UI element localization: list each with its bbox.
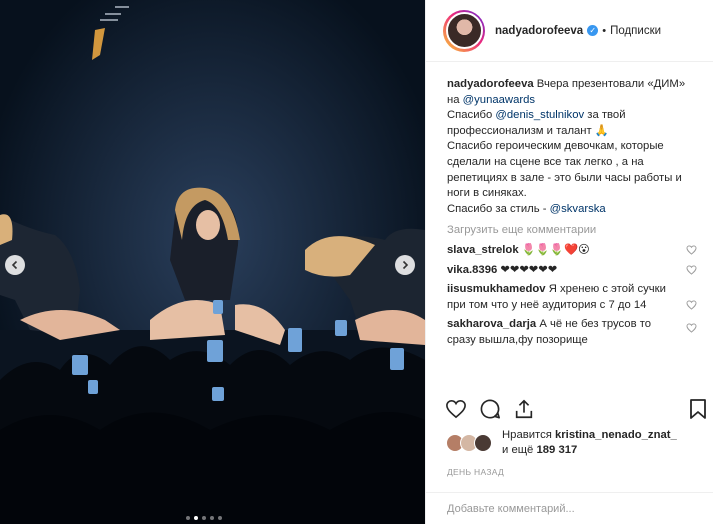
carousel-dot — [194, 516, 198, 520]
stage-photo — [0, 0, 425, 524]
mention-link[interactable]: @skvarska — [550, 203, 606, 215]
post-photo[interactable] — [0, 0, 425, 524]
comment-row: sakharova_darja А чё не без трусов то ср… — [447, 317, 697, 348]
carousel-dot — [186, 516, 190, 520]
load-more-comments-button[interactable]: Загрузить еще комментарии — [447, 223, 697, 239]
post-header: nadyadorofeeva ✓ • Подписки — [426, 0, 713, 62]
carousel-dot — [210, 516, 214, 520]
avatar[interactable] — [443, 9, 485, 52]
comment-username[interactable]: vika.8396 — [447, 264, 497, 276]
avatar-image — [445, 12, 483, 49]
heart-icon[interactable] — [686, 245, 697, 255]
likes-count[interactable]: 189 317 — [536, 444, 577, 456]
comment-username[interactable]: sakharova_darja — [447, 318, 536, 330]
carousel-prev-button[interactable] — [5, 255, 25, 275]
share-icon[interactable] — [513, 398, 535, 420]
likes-text: Нравится kristina_nenado_znat_ и ещё 189… — [502, 428, 677, 458]
heart-icon[interactable] — [445, 399, 467, 419]
post-date[interactable]: ДЕНЬ НАЗАД — [447, 467, 504, 477]
comment-icon[interactable] — [479, 398, 501, 420]
likes-mid: и ещё — [502, 444, 537, 456]
chevron-right-icon — [402, 260, 409, 270]
likes-username[interactable]: kristina_nenado_znat_ — [555, 429, 677, 441]
comment-row: iisusmukhamedov Я хренею с этой сучки пр… — [447, 282, 697, 313]
comments-section: nadyadorofeeva Вчера презентовали «ДИМ» … — [447, 77, 697, 349]
heart-icon[interactable] — [686, 300, 697, 310]
follow-status-button[interactable]: Подписки — [610, 25, 661, 37]
likes-summary: Нравится kristina_nenado_znat_ и ещё 189… — [446, 428, 677, 458]
mention-link[interactable]: @denis_stulnikov — [495, 109, 584, 121]
carousel-dot — [202, 516, 206, 520]
comment-row: slava_strelok 🌷🌷🌷❤️😮 — [447, 243, 697, 259]
likes-prefix: Нравится — [502, 429, 555, 441]
action-bar — [445, 398, 707, 420]
liker-avatars — [446, 434, 502, 452]
header-separator: • — [602, 24, 607, 37]
comment-username[interactable]: slava_strelok — [447, 244, 519, 256]
comment-input[interactable]: Добавьте комментарий... — [426, 492, 713, 524]
comment-text: 🌷🌷🌷❤️😮 — [518, 243, 590, 256]
carousel-next-button[interactable] — [395, 255, 415, 275]
caption-text-3: за твой профессионализм и талант 🙏 Спаси… — [447, 109, 682, 215]
bookmark-icon[interactable] — [689, 398, 707, 420]
comment-username[interactable]: iisusmukhamedov — [447, 283, 546, 295]
header-username[interactable]: nadyadorofeeva — [495, 25, 583, 37]
comment-text: ❤❤❤❤❤❤ — [497, 263, 558, 276]
caption-username[interactable]: nadyadorofeeva — [447, 78, 534, 90]
verified-icon: ✓ — [587, 25, 599, 36]
chevron-left-icon — [11, 260, 18, 270]
heart-icon[interactable] — [686, 323, 697, 334]
carousel-dot — [218, 516, 222, 520]
mention-link[interactable]: @yunaawards — [463, 94, 535, 106]
post-details-panel: nadyadorofeeva ✓ • Подписки nadyadorofee… — [425, 0, 713, 524]
heart-icon[interactable] — [686, 264, 697, 275]
caption: nadyadorofeeva Вчера презентовали «ДИМ» … — [447, 77, 697, 217]
comment-row: vika.8396 ❤❤❤❤❤❤ — [447, 263, 697, 279]
avatar[interactable] — [474, 434, 492, 452]
caption-text-2: Спасибо — [447, 109, 493, 122]
carousel-indicator — [186, 516, 222, 520]
